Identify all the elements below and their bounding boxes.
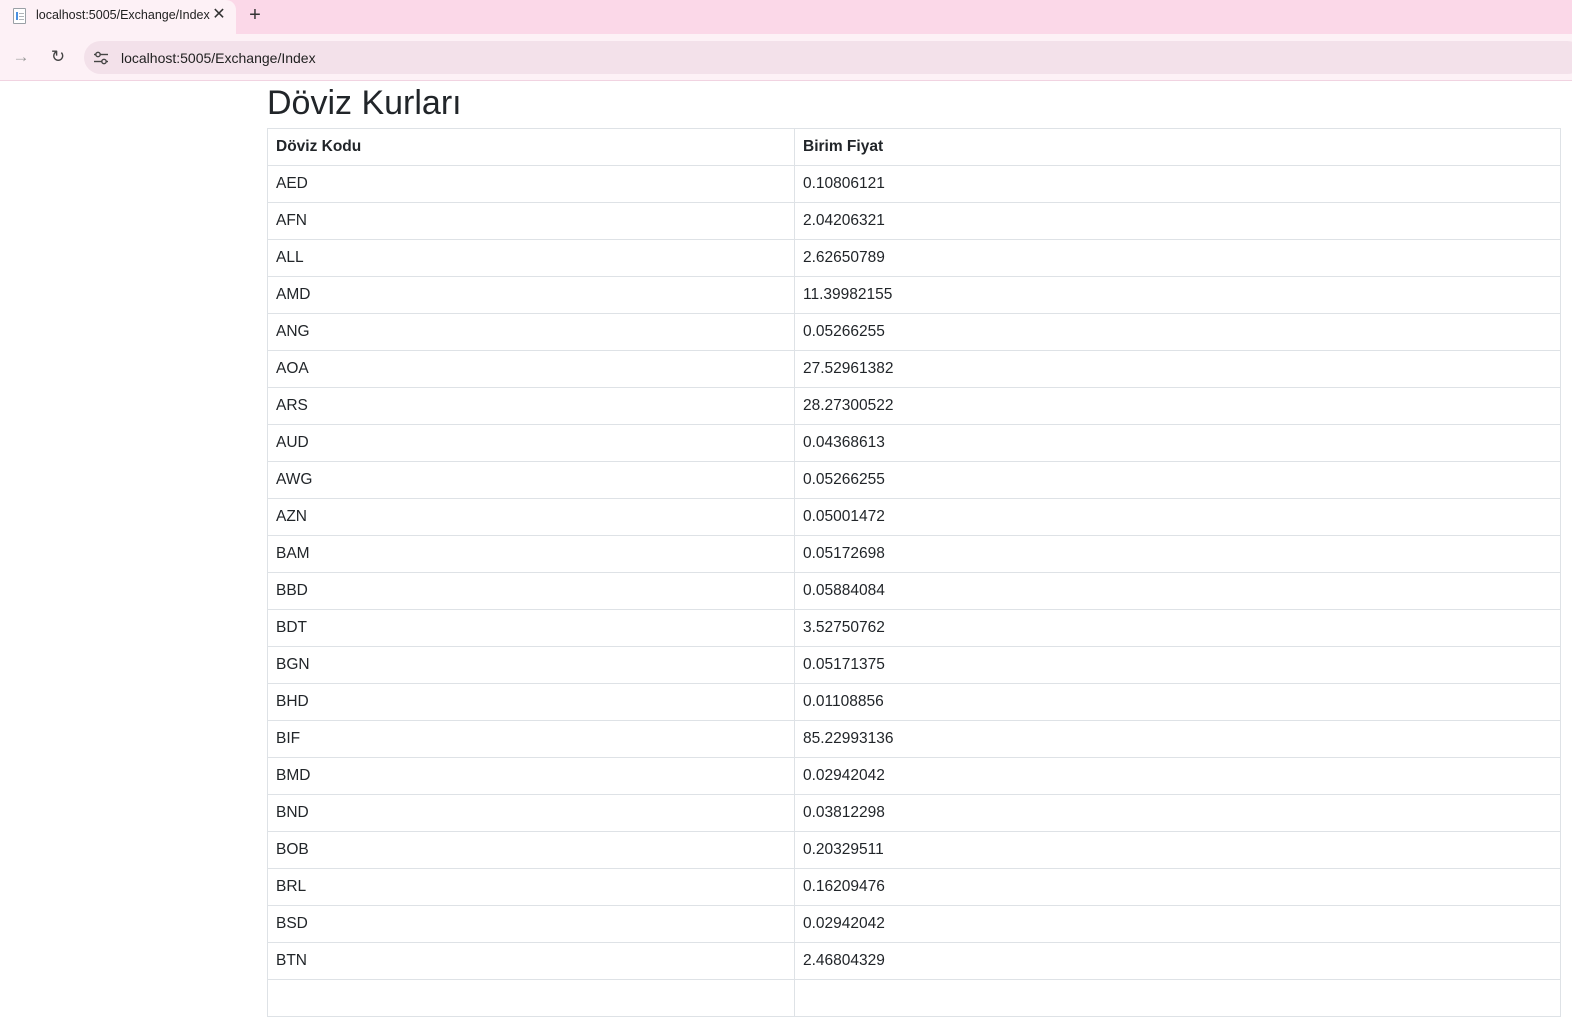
table-row: AED 0.10806121: [267, 165, 1561, 203]
currency-code-cell: AED: [267, 165, 795, 203]
table-row: BIF 85.22993136: [267, 720, 1561, 758]
browser-toolbar: → ↻ localhost:5005/Exchange/Index: [0, 34, 1572, 81]
unit-price-cell: 0.05266255: [794, 313, 1561, 351]
unit-price-cell: 27.52961382: [794, 350, 1561, 388]
plus-icon[interactable]: +: [244, 4, 266, 26]
column-header-unit-price: Birim Fiyat: [794, 128, 1561, 166]
table-row: ARS 28.27300522: [267, 387, 1561, 425]
unit-price-cell: [794, 979, 1561, 1017]
currency-code-cell: AUD: [267, 424, 795, 462]
tab-title: localhost:5005/Exchange/Index: [36, 8, 210, 22]
close-icon[interactable]: ✕: [209, 5, 229, 25]
address-bar[interactable]: localhost:5005/Exchange/Index: [84, 41, 1572, 74]
currency-code-cell: ARS: [267, 387, 795, 425]
currency-code-cell: ALL: [267, 239, 795, 277]
table-row: BTN 2.46804329: [267, 942, 1561, 980]
table-row: BSD 0.02942042: [267, 905, 1561, 943]
currency-code-cell: BND: [267, 794, 795, 832]
table-row: AUD 0.04368613: [267, 424, 1561, 462]
currency-code-cell: BTN: [267, 942, 795, 980]
table-row: BND 0.03812298: [267, 794, 1561, 832]
unit-price-cell: 3.52750762: [794, 609, 1561, 647]
currency-code-cell: BHD: [267, 683, 795, 721]
table-row: BDT 3.52750762: [267, 609, 1561, 647]
table-row: BBD 0.05884084: [267, 572, 1561, 610]
unit-price-cell: 0.10806121: [794, 165, 1561, 203]
unit-price-cell: 11.39982155: [794, 276, 1561, 314]
table-row: BRL 0.16209476: [267, 868, 1561, 906]
table-row: BMD 0.02942042: [267, 757, 1561, 795]
unit-price-cell: 0.02942042: [794, 757, 1561, 795]
exchange-rates-table: Döviz Kodu Birim Fiyat AED 0.10806121 AFN 2…: [267, 128, 1561, 1017]
unit-price-cell: 2.62650789: [794, 239, 1561, 277]
page-title: Döviz Kurları: [267, 84, 462, 122]
browser-tab[interactable]: localhost:5005/Exchange/Index ✕: [0, 0, 236, 34]
unit-price-cell: 0.01108856: [794, 683, 1561, 721]
table-row: AWG 0.05266255: [267, 461, 1561, 499]
table-row: BGN 0.05171375: [267, 646, 1561, 684]
table-row: [267, 979, 1561, 1017]
table-row: BAM 0.05172698: [267, 535, 1561, 573]
table-row: AMD 11.39982155: [267, 276, 1561, 314]
unit-price-cell: 0.03812298: [794, 794, 1561, 832]
table-row: ANG 0.05266255: [267, 313, 1561, 351]
page-content: Döviz Kurları Döviz Kodu Birim Fiyat AED…: [267, 82, 1561, 1017]
currency-code-cell: BMD: [267, 757, 795, 795]
unit-price-cell: 0.20329511: [794, 831, 1561, 869]
table-row: AOA 27.52961382: [267, 350, 1561, 388]
table-row: AFN 2.04206321: [267, 202, 1561, 240]
currency-code-cell: AZN: [267, 498, 795, 536]
unit-price-cell: 0.05171375: [794, 646, 1561, 684]
currency-code-cell: [267, 979, 795, 1017]
site-info-icon[interactable]: [93, 50, 109, 66]
page-favicon-icon: [13, 8, 26, 24]
table-body: AED 0.10806121 AFN 2.04206321 ALL 2.62650789 A…: [267, 165, 1561, 1017]
unit-price-cell: 0.05001472: [794, 498, 1561, 536]
unit-price-cell: 0.02942042: [794, 905, 1561, 943]
unit-price-cell: 2.46804329: [794, 942, 1561, 980]
currency-code-cell: AWG: [267, 461, 795, 499]
currency-code-cell: BOB: [267, 831, 795, 869]
column-header-currency-code: Döviz Kodu: [267, 128, 795, 166]
currency-code-cell: BBD: [267, 572, 795, 610]
currency-code-cell: BAM: [267, 535, 795, 573]
currency-code-cell: BIF: [267, 720, 795, 758]
table-row: BHD 0.01108856: [267, 683, 1561, 721]
unit-price-cell: 0.16209476: [794, 868, 1561, 906]
url-text[interactable]: localhost:5005/Exchange/Index: [121, 50, 316, 66]
currency-code-cell: BGN: [267, 646, 795, 684]
forward-arrow-icon[interactable]: →: [10, 46, 32, 68]
unit-price-cell: 2.04206321: [794, 202, 1561, 240]
unit-price-cell: 0.05884084: [794, 572, 1561, 610]
currency-code-cell: BRL: [267, 868, 795, 906]
unit-price-cell: 0.05266255: [794, 461, 1561, 499]
table-header-row: Döviz Kodu Birim Fiyat: [267, 128, 1561, 166]
currency-code-cell: ANG: [267, 313, 795, 351]
currency-code-cell: BDT: [267, 609, 795, 647]
currency-code-cell: BSD: [267, 905, 795, 943]
unit-price-cell: 28.27300522: [794, 387, 1561, 425]
currency-code-cell: AOA: [267, 350, 795, 388]
table-row: AZN 0.05001472: [267, 498, 1561, 536]
unit-price-cell: 85.22993136: [794, 720, 1561, 758]
unit-price-cell: 0.05172698: [794, 535, 1561, 573]
reload-icon[interactable]: ↻: [47, 46, 69, 68]
table-row: BOB 0.20329511: [267, 831, 1561, 869]
currency-code-cell: AFN: [267, 202, 795, 240]
table-row: ALL 2.62650789: [267, 239, 1561, 277]
currency-code-cell: AMD: [267, 276, 795, 314]
tab-strip: localhost:5005/Exchange/Index ✕ +: [0, 0, 1572, 34]
unit-price-cell: 0.04368613: [794, 424, 1561, 462]
